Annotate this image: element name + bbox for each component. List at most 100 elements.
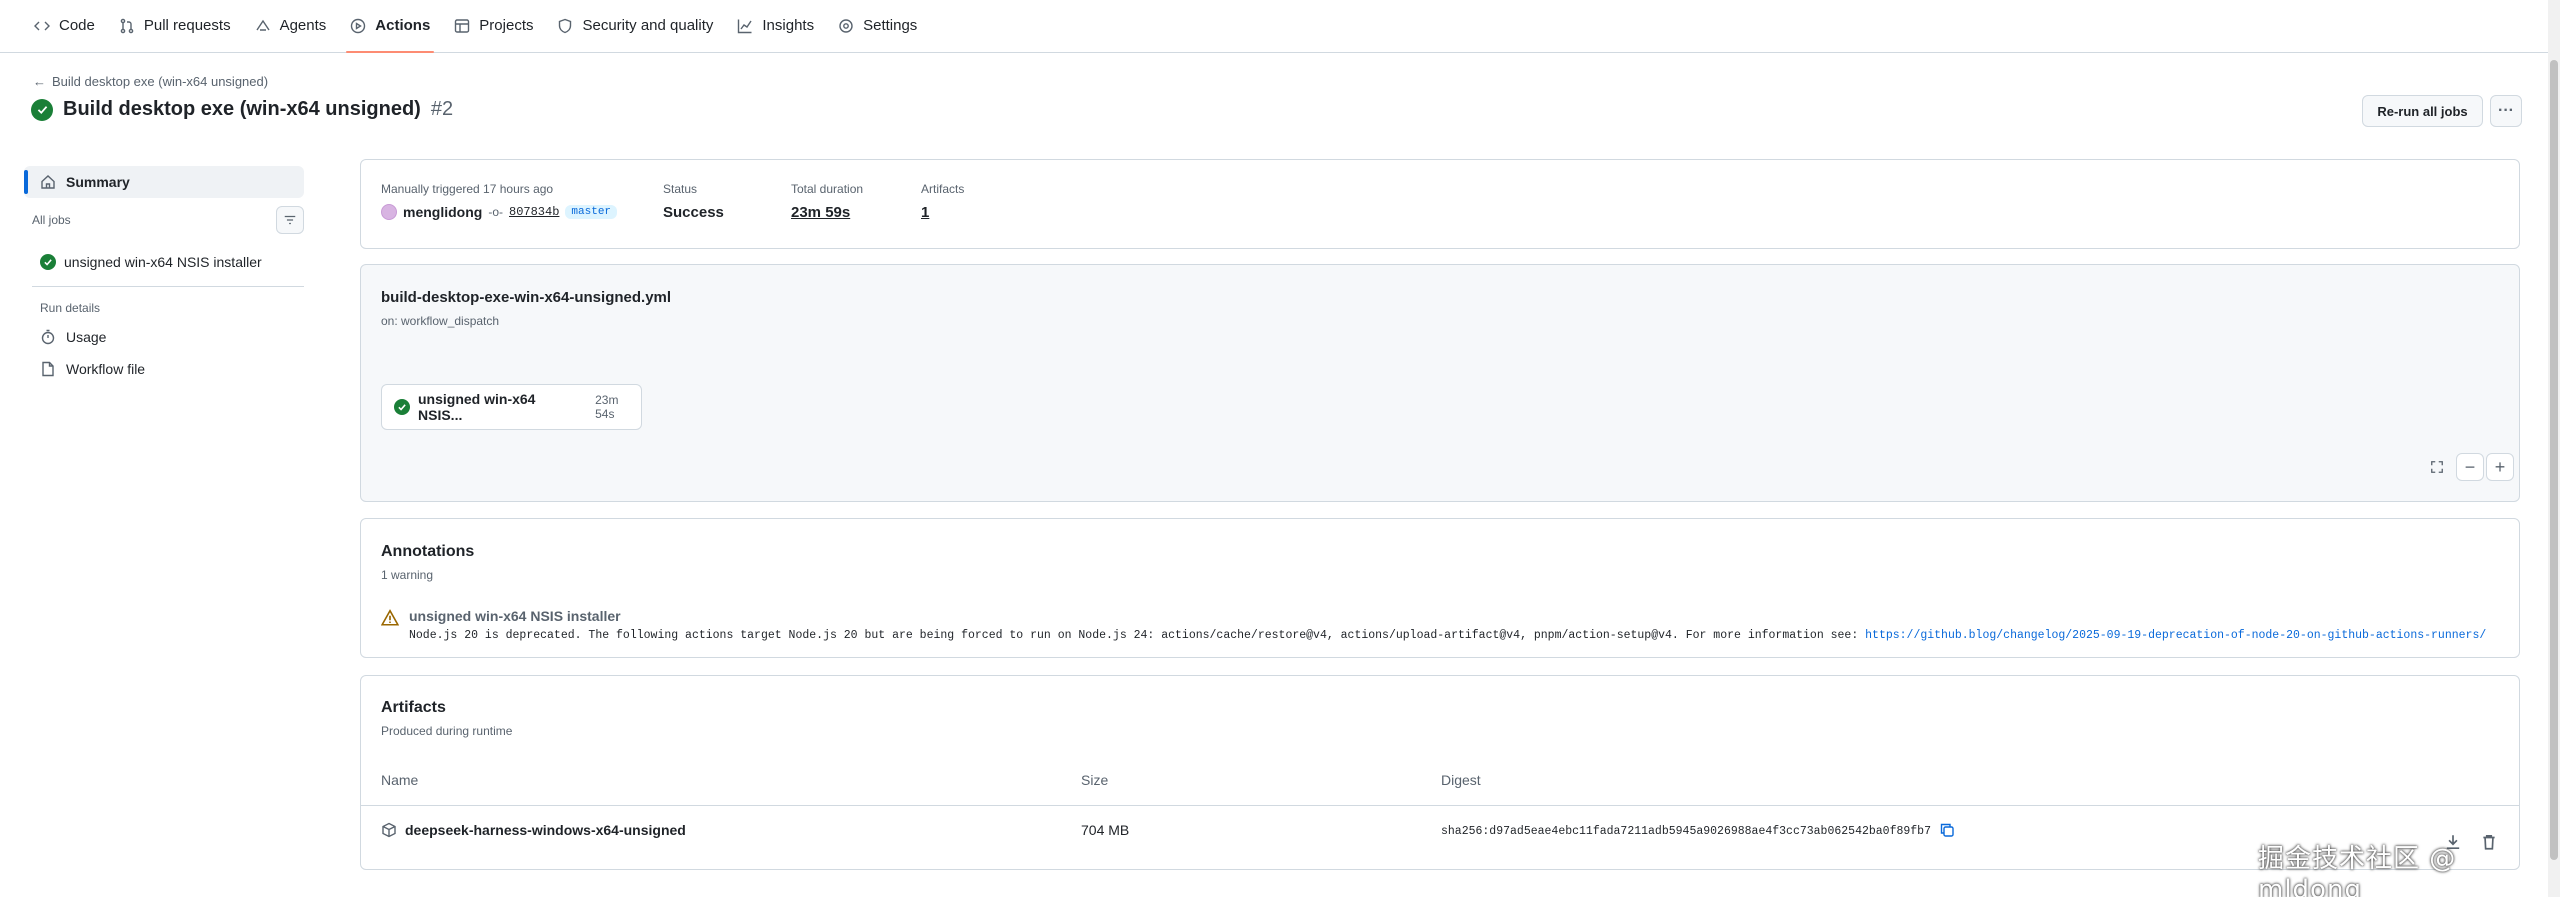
tab-label: Security and quality xyxy=(582,17,714,34)
tab-actions[interactable]: Actions xyxy=(338,0,442,53)
filter-jobs-button[interactable] xyxy=(276,206,304,234)
sidebar-item-summary[interactable]: Summary xyxy=(24,166,304,198)
scrollbar-thumb[interactable] xyxy=(2550,60,2558,860)
job-node-name: unsigned win-x64 NSIS... xyxy=(418,391,536,423)
artifacts-card: Artifacts Produced during runtime Name S… xyxy=(360,675,2520,870)
tab-settings[interactable]: Settings xyxy=(826,0,929,52)
success-check-icon xyxy=(31,98,53,121)
annotations-count: 1 warning xyxy=(381,568,434,582)
tab-insights[interactable]: Insights xyxy=(725,0,826,52)
run-number: #2 xyxy=(430,98,454,120)
graph-icon xyxy=(738,19,752,33)
tab-code[interactable]: Code xyxy=(22,0,107,52)
workflow-trigger: on: workflow_dispatch xyxy=(381,314,500,328)
duration-label: Total duration xyxy=(791,182,864,196)
page-scrollbar[interactable] xyxy=(2548,0,2560,897)
filter-icon xyxy=(284,215,296,225)
artifacts-subheading: Produced during runtime xyxy=(381,724,513,738)
artifact-name-link[interactable]: deepseek-harness-windows-x64-unsigned xyxy=(405,822,686,838)
artifacts-table-header: Name Size Digest xyxy=(361,772,2519,806)
status-value: Success xyxy=(663,204,724,221)
artifact-name-cell: deepseek-harness-windows-x64-unsigned xyxy=(381,822,686,838)
back-link[interactable]: ← Build desktop exe (win-x64 unsigned) xyxy=(33,74,268,89)
run-summary-card: Manually triggered 17 hours ago menglido… xyxy=(360,159,2520,249)
sidebar-item-label: unsigned win-x64 NSIS installer xyxy=(64,254,262,270)
annotations-heading: Annotations xyxy=(381,543,475,560)
rerun-all-jobs-button[interactable]: Re-run all jobs xyxy=(2362,95,2483,127)
table-icon xyxy=(455,18,470,33)
tab-label: Projects xyxy=(479,17,534,34)
column-header-name: Name xyxy=(381,772,419,788)
user-link[interactable]: menglidong xyxy=(403,204,482,220)
duration-link[interactable]: 23m 59s xyxy=(791,204,863,221)
sidebar-item-job[interactable]: unsigned win-x64 NSIS installer xyxy=(24,250,310,274)
annotation-link[interactable]: https://github.blog/changelog/2025-09-19… xyxy=(1865,629,2486,642)
artifact-size: 704 MB xyxy=(1081,822,1130,838)
package-icon xyxy=(382,822,396,838)
tab-agents[interactable]: Agents xyxy=(243,0,339,52)
divider xyxy=(32,286,304,287)
annotation-title[interactable]: unsigned win-x64 NSIS installer xyxy=(409,608,2486,624)
watermark: 掘金技术社区 @ mldong xyxy=(2258,844,2457,897)
commit-link[interactable]: 807834b xyxy=(509,205,559,219)
tab-label: Agents xyxy=(279,17,327,34)
zoom-out-button[interactable]: − xyxy=(2456,453,2484,481)
page-title: Build desktop exe (win-x64 unsigned) #2 xyxy=(31,98,453,121)
minus-icon: − xyxy=(2464,456,2476,477)
table-row: deepseek-harness-windows-x64-unsigned 70… xyxy=(361,822,2519,852)
annotation-message: Node.js 20 is deprecated. The following … xyxy=(409,629,2486,642)
annotation-item: unsigned win-x64 NSIS installer Node.js … xyxy=(381,608,2486,642)
shield-icon xyxy=(559,18,572,33)
artifact-digest: sha256:d97ad5eae4ebc11fada7211adb5945a90… xyxy=(1441,825,1931,838)
warning-icon xyxy=(381,609,399,626)
tab-pull-requests[interactable]: Pull requests xyxy=(107,0,243,52)
artifacts-label: Artifacts xyxy=(921,182,965,196)
trigger-info: Manually triggered 17 hours ago menglido… xyxy=(381,182,618,220)
all-jobs-label: All jobs xyxy=(32,213,71,227)
column-header-digest: Digest xyxy=(1441,772,1481,788)
copy-icon[interactable] xyxy=(1939,822,1955,841)
back-link-label: Build desktop exe (win-x64 unsigned) xyxy=(52,74,269,89)
annotations-card: Annotations 1 warning unsigned win-x64 N… xyxy=(360,518,2520,658)
run-title: Build desktop exe (win-x64 unsigned) xyxy=(63,98,421,120)
commit-icon: -o- xyxy=(488,205,503,219)
play-icon xyxy=(351,18,366,33)
duration-info: Total duration 23m 59s xyxy=(791,182,863,221)
tab-label: Code xyxy=(59,17,95,34)
code-icon xyxy=(34,21,50,30)
trigger-detail: menglidong -o- 807834b master xyxy=(381,204,618,220)
branch-badge[interactable]: master xyxy=(565,205,618,219)
gear-icon xyxy=(839,18,853,33)
artifact-digest-cell: sha256:d97ad5eae4ebc11fada7211adb5945a90… xyxy=(1441,822,1955,841)
job-node[interactable]: unsigned win-x64 NSIS... 23m 54s xyxy=(381,384,642,430)
sidebar-item-workflow-file[interactable]: Workflow file xyxy=(24,353,310,385)
tab-security[interactable]: Security and quality xyxy=(545,0,725,52)
run-details-label: Run details xyxy=(40,301,101,315)
fullscreen-button[interactable] xyxy=(2423,453,2451,481)
more-options-button[interactable]: ··· xyxy=(2490,95,2522,127)
stopwatch-icon xyxy=(41,329,55,345)
tab-label: Pull requests xyxy=(143,17,231,34)
artifacts-heading: Artifacts xyxy=(381,699,446,716)
zoom-in-button[interactable]: + xyxy=(2486,453,2514,481)
status-info: Status Success xyxy=(663,182,724,221)
fullscreen-icon xyxy=(2431,461,2443,473)
trigger-label: Manually triggered 17 hours ago xyxy=(381,182,554,196)
home-icon xyxy=(41,175,55,189)
artifacts-info: Artifacts 1 xyxy=(921,182,964,221)
workflow-graph-card: build-desktop-exe-win-x64-unsigned.yml o… xyxy=(360,264,2520,502)
tab-projects[interactable]: Projects xyxy=(442,0,545,52)
sidebar-item-label: Usage xyxy=(66,329,107,345)
status-label: Status xyxy=(663,182,698,196)
workflow-file-name: build-desktop-exe-win-x64-unsigned.yml xyxy=(381,289,672,306)
success-check-icon xyxy=(394,399,410,415)
annotation-message-text: Node.js 20 is deprecated. The following … xyxy=(409,629,1866,642)
sidebar-item-usage[interactable]: Usage xyxy=(24,321,310,353)
job-node-duration: 23m 54s xyxy=(595,393,619,421)
arrow-left-icon: ← xyxy=(33,74,46,89)
tab-label: Settings xyxy=(863,17,918,34)
kebab-icon: ··· xyxy=(2498,102,2514,119)
avatar[interactable] xyxy=(381,204,397,220)
artifacts-count-link[interactable]: 1 xyxy=(921,204,964,221)
sidebar-item-label: Workflow file xyxy=(66,361,146,377)
